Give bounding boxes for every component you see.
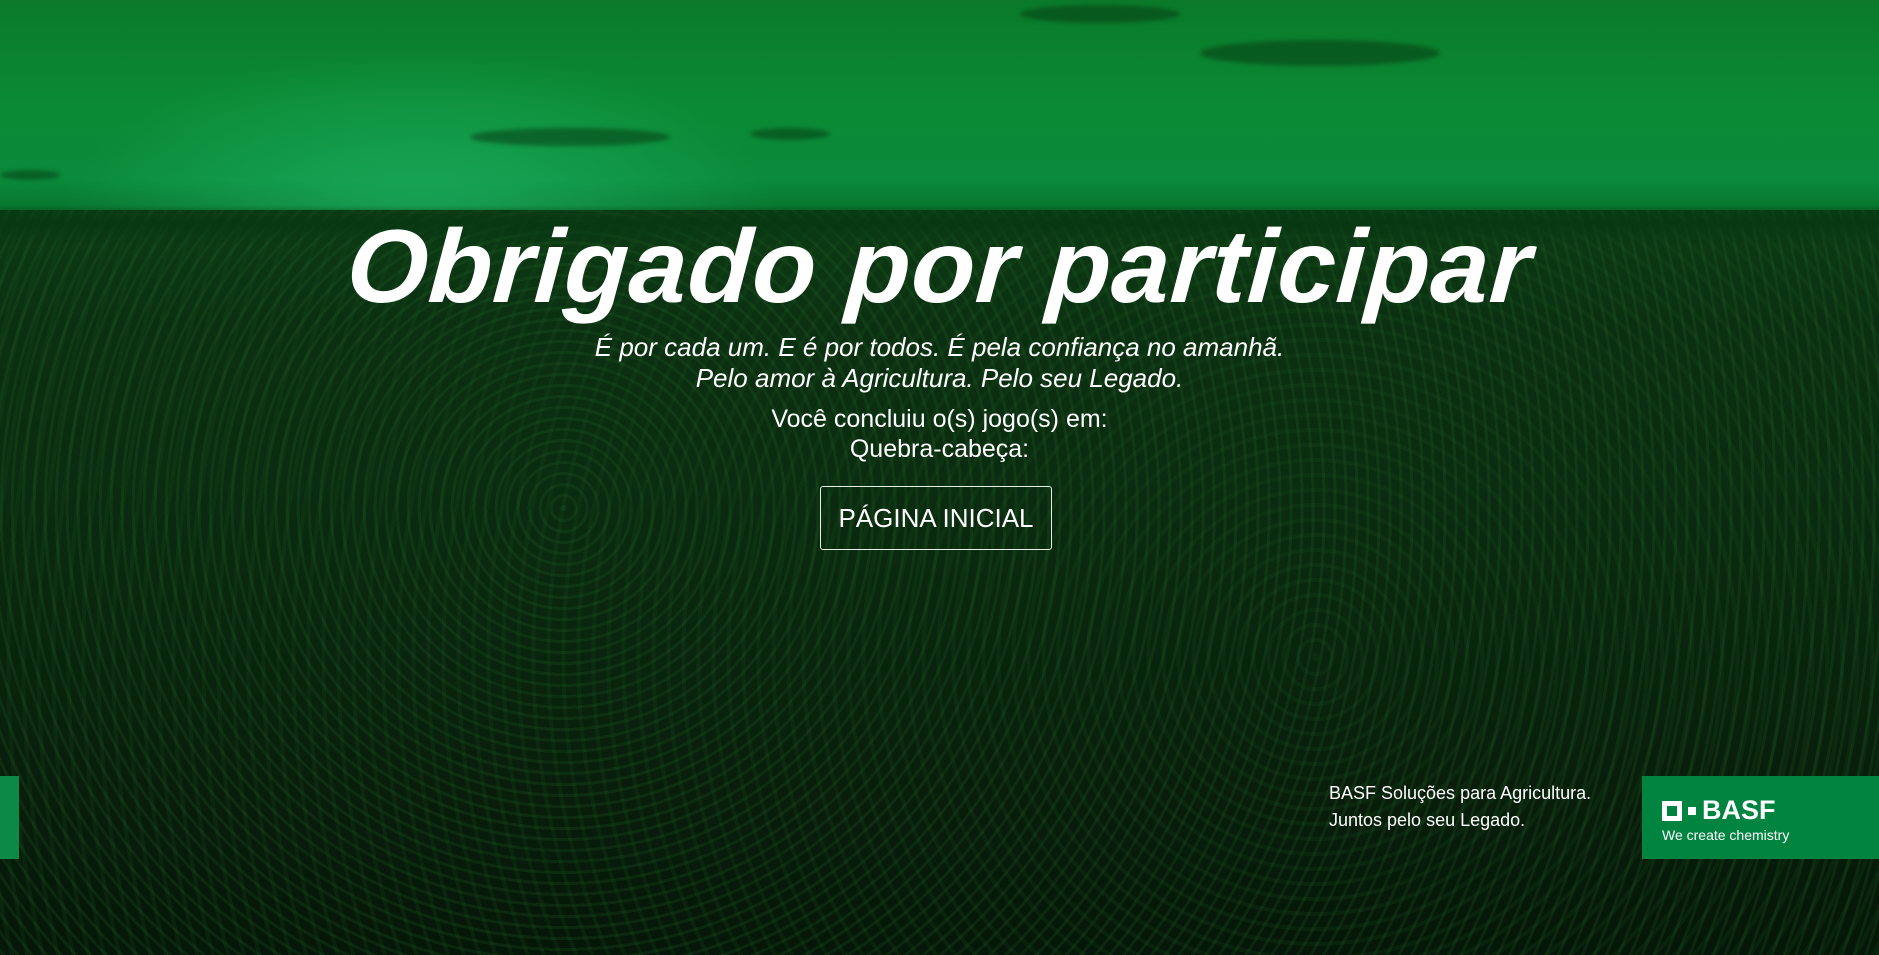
game-label: Quebra-cabeça: <box>849 435 1030 463</box>
cloud <box>470 128 670 146</box>
side-tab[interactable] <box>0 776 19 859</box>
home-page-button[interactable]: PÁGINA INICIAL <box>820 486 1052 550</box>
page-title: Obrigado por participar <box>343 209 1536 325</box>
footer-line-1: BASF Soluções para Agricultura. <box>1329 783 1592 803</box>
footer-line-2: Juntos pelo seu Legado. <box>1329 810 1526 830</box>
basf-wordmark: BASF <box>1702 795 1776 825</box>
cloud <box>1020 5 1180 23</box>
cloud <box>750 128 830 140</box>
completed-label: Você concluiu o(s) jogo(s) em: <box>771 405 1108 433</box>
footer-slogan: BASF Soluções para Agricultura. Juntos p… <box>1329 780 1591 834</box>
basf-claim: We create chemistry <box>1662 827 1790 843</box>
basf-logo-mark: BASF <box>1662 797 1776 824</box>
basf-square-icon <box>1662 800 1682 821</box>
cloud <box>1200 40 1440 66</box>
cloud <box>0 170 60 180</box>
tagline-line-2: Pelo amor à Agricultura. Pelo seu Legado… <box>695 363 1184 393</box>
basf-logo[interactable]: BASF We create chemistry <box>1642 776 1879 859</box>
basf-dot-icon <box>1688 806 1696 815</box>
sky-background <box>0 0 1879 240</box>
page-root: Obrigado por participar É por cada um. E… <box>0 0 1879 955</box>
tagline-line-1: É por cada um. E é por todos. É pela con… <box>594 332 1285 362</box>
